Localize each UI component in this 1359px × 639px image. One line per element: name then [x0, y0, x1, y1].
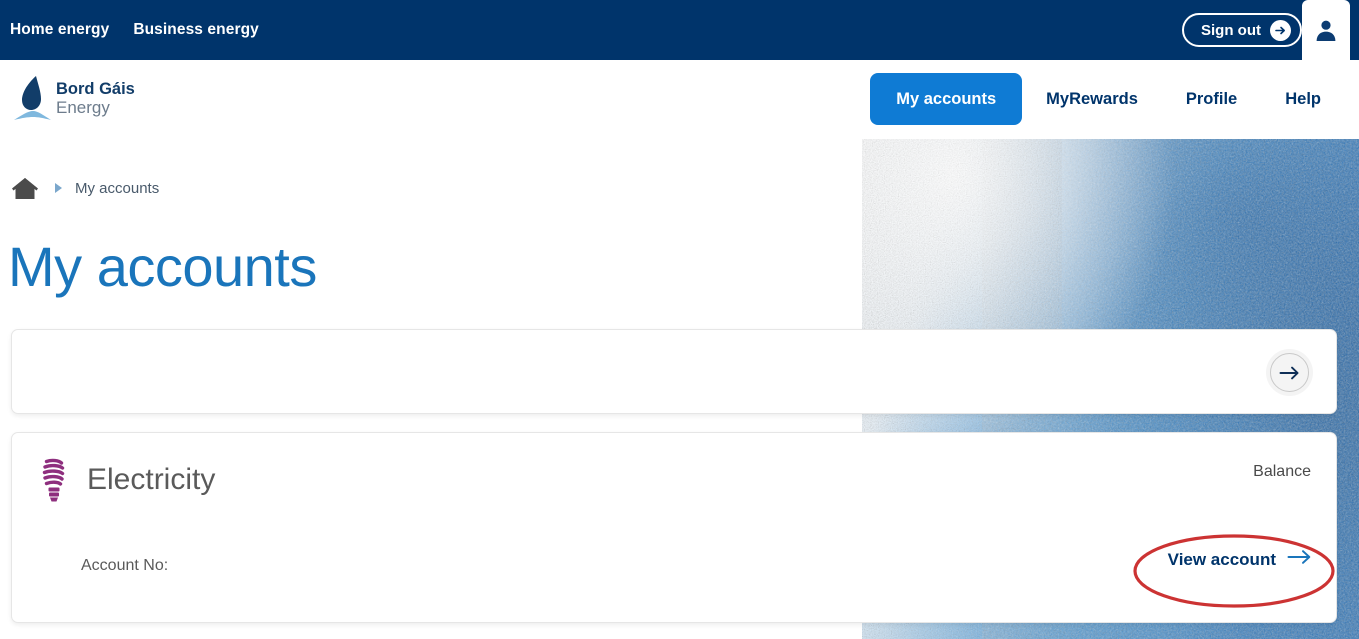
topbar-link-home-energy[interactable]: Home energy: [10, 21, 109, 39]
bord-gais-energy-logo[interactable]: Bord Gáis Energy: [12, 72, 142, 128]
nav-item-help[interactable]: Help: [1261, 73, 1345, 125]
home-icon[interactable]: [10, 175, 40, 201]
card-submit-arrow-button[interactable]: [1266, 349, 1313, 396]
arrow-right-circle-icon: [1270, 19, 1291, 41]
nav-item-profile[interactable]: Profile: [1162, 73, 1261, 125]
nav-item-my-accounts[interactable]: My accounts: [870, 73, 1023, 125]
svg-text:Energy: Energy: [56, 98, 110, 117]
main-content: My accounts My accounts Electricity Bala…: [0, 139, 1359, 639]
topbar-link-business-energy[interactable]: Business energy: [133, 21, 259, 39]
sign-out-button[interactable]: Sign out: [1182, 13, 1302, 47]
page-root: Home energy Business energy Sign out Bor…: [0, 0, 1359, 639]
top-utility-bar: Home energy Business energy Sign out: [0, 0, 1359, 60]
account-card-header: Electricity: [39, 457, 215, 503]
account-number-label: Account No:: [81, 557, 169, 574]
breadcrumb: My accounts: [10, 175, 159, 201]
breadcrumb-current[interactable]: My accounts: [75, 180, 159, 197]
view-account-label: View account: [1167, 549, 1276, 569]
balance-label: Balance: [1253, 463, 1311, 480]
topbar-links: Home energy Business energy: [10, 0, 259, 60]
user-avatar-button[interactable]: [1302, 0, 1350, 60]
page-title: My accounts: [8, 235, 317, 298]
triangle-right-icon: [48, 183, 68, 193]
account-number-row: Account No:: [81, 557, 172, 575]
view-account-link[interactable]: View account: [1168, 549, 1312, 570]
sign-out-label: Sign out: [1201, 21, 1261, 39]
account-type-label: Electricity: [87, 463, 216, 496]
svg-text:Bord Gáis: Bord Gáis: [56, 80, 135, 98]
electricity-account-card: Electricity Balance Account No: View acc…: [11, 432, 1337, 623]
user-avatar-icon: [1316, 20, 1336, 41]
arrow-right-icon: [1287, 549, 1312, 570]
site-header: Bord Gáis Energy My accounts MyRewards P…: [0, 60, 1359, 139]
main-navigation: My accounts MyRewards Profile Help: [870, 73, 1345, 125]
account-search-card: [11, 329, 1337, 414]
light-bulb-icon: [39, 457, 69, 503]
nav-item-myrewards[interactable]: MyRewards: [1022, 73, 1162, 125]
arrow-right-icon: [1270, 353, 1309, 392]
